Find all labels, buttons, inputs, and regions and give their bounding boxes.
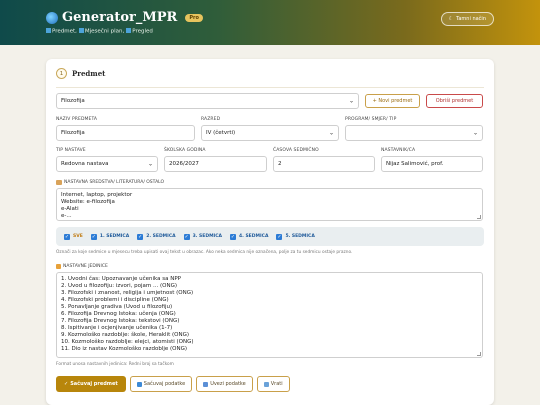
chevron-down-icon: ⌄	[348, 97, 354, 105]
import-data-button[interactable]: Uvezi podatke	[196, 376, 253, 392]
card-header: 1 Predmet	[56, 68, 105, 79]
week-checkbox-all[interactable]: ✓ SVE	[64, 233, 83, 240]
download-icon	[136, 381, 142, 387]
nav-square-icon	[46, 28, 51, 33]
chevron-down-icon: ⌄	[328, 129, 334, 137]
list-icon	[56, 264, 61, 269]
subject-name-input[interactable]: Filozofija	[56, 125, 195, 141]
teacher-label: NASTAVNIK/CA	[381, 148, 416, 153]
nav-square-icon	[78, 28, 84, 33]
card-title: Predmet	[72, 69, 106, 78]
weekly-hours-input[interactable]: 2	[273, 156, 375, 172]
week-checkbox-1[interactable]: ✓ 1. SEDMICA	[90, 233, 129, 240]
nav-square-icon	[126, 28, 132, 33]
school-year-input[interactable]: 2026/2027	[164, 156, 267, 172]
weeks-selector: ✓ SVE ✓ 1. SEDMICA ✓ 2. SEDMICA ✓ 3. SEDMICA…	[56, 227, 484, 246]
resources-label: NASTAVNA SREDSTVA/ LITERATURA/ OSTALO	[56, 180, 164, 185]
nav-item-pregled[interactable]: Pregled	[126, 28, 153, 35]
pro-badge: Pro	[185, 13, 203, 22]
check-icon: ✓	[276, 233, 283, 240]
nav-item-plan[interactable]: Mjesečni plan,	[78, 28, 124, 35]
app-logo-icon	[46, 11, 58, 24]
resize-handle[interactable]	[477, 352, 481, 356]
check-icon: ✓	[137, 233, 144, 240]
check-icon: ✓	[90, 233, 97, 240]
book-icon	[56, 180, 62, 185]
week-checkbox-2[interactable]: ✓ 2. SEDMICA	[137, 233, 176, 240]
units-hint: Format unosa nastavnih jedinica: Redni b…	[56, 362, 174, 367]
units-label: NASTAVNE JEDINICE	[56, 264, 108, 269]
back-button[interactable]: Vrati	[256, 376, 290, 392]
divider	[56, 87, 484, 88]
app-header: Generator_MPR Pro Predmet, Mjesečni plan…	[0, 0, 540, 45]
teacher-input[interactable]: Nijaz Salimović, prof.	[381, 156, 483, 172]
check-icon: ✓	[230, 233, 237, 240]
delete-subject-button[interactable]: Obriši predmet	[426, 94, 483, 108]
subject-select[interactable]: Filozofija ⌄	[56, 93, 359, 109]
weeks-hint: Označi za koje sedmice u mjesecu treba u…	[56, 250, 353, 255]
week-checkbox-3[interactable]: ✓ 3. SEDMICA	[183, 233, 222, 240]
undo-icon	[263, 381, 269, 387]
nav-links: Predmet, Mjesečni plan, Pregled	[46, 28, 153, 35]
check-icon: ✓	[64, 233, 70, 240]
app-title: Generator_MPR Pro	[46, 10, 203, 25]
week-checkbox-5[interactable]: ✓ 5. SEDMICA	[276, 233, 315, 240]
upload-icon	[203, 381, 209, 387]
save-data-button[interactable]: Sačuvaj podatke	[129, 376, 193, 392]
grade-select[interactable]: IV (četvrti) ⌄	[201, 125, 339, 141]
chevron-down-icon: ⌄	[472, 129, 478, 137]
resize-handle[interactable]	[477, 215, 481, 219]
grade-label: RAZRED	[201, 117, 221, 122]
check-icon: ✓	[183, 233, 190, 240]
program-label: PROGRAM/ SMJER/ TIP	[345, 117, 397, 122]
check-icon: ✓	[64, 381, 69, 387]
school-year-label: ŠKOLSKA GODINA	[164, 148, 206, 153]
moon-icon: ☾	[448, 16, 454, 22]
chevron-down-icon: ⌄	[147, 160, 153, 168]
program-select[interactable]: ⌄	[345, 125, 483, 141]
save-subject-button[interactable]: ✓ Sačuvaj predmet	[56, 376, 126, 392]
action-buttons: ✓ Sačuvaj predmet Sačuvaj podatke Uvezi …	[56, 376, 290, 392]
units-textarea[interactable]: 1. Uvodni čas: Upoznavanje učenika sa NP…	[56, 272, 483, 358]
week-checkbox-4[interactable]: ✓ 4. SEDMICA	[230, 233, 268, 240]
dark-mode-button[interactable]: ☾ Tamni način	[440, 12, 494, 26]
subject-name-label: NAZIV PREDMETA	[56, 117, 98, 122]
resources-textarea[interactable]: Internet, laptop, projektor Website: e-f…	[56, 188, 483, 221]
subject-card: 1 Predmet Filozofija ⌄ + Novi predmet Ob…	[46, 59, 494, 405]
app-title-text: Generator_MPR	[62, 10, 178, 25]
teaching-type-label: TIP NASTAVE	[56, 148, 86, 153]
weekly-hours-label: ČASOVA SEDMIČNO	[273, 148, 319, 153]
nav-item-predmet[interactable]: Predmet,	[46, 28, 77, 35]
step-number: 1	[56, 68, 67, 79]
new-subject-button[interactable]: + Novi predmet	[365, 94, 420, 108]
teaching-type-select[interactable]: Redovna nastava ⌄	[56, 156, 158, 172]
